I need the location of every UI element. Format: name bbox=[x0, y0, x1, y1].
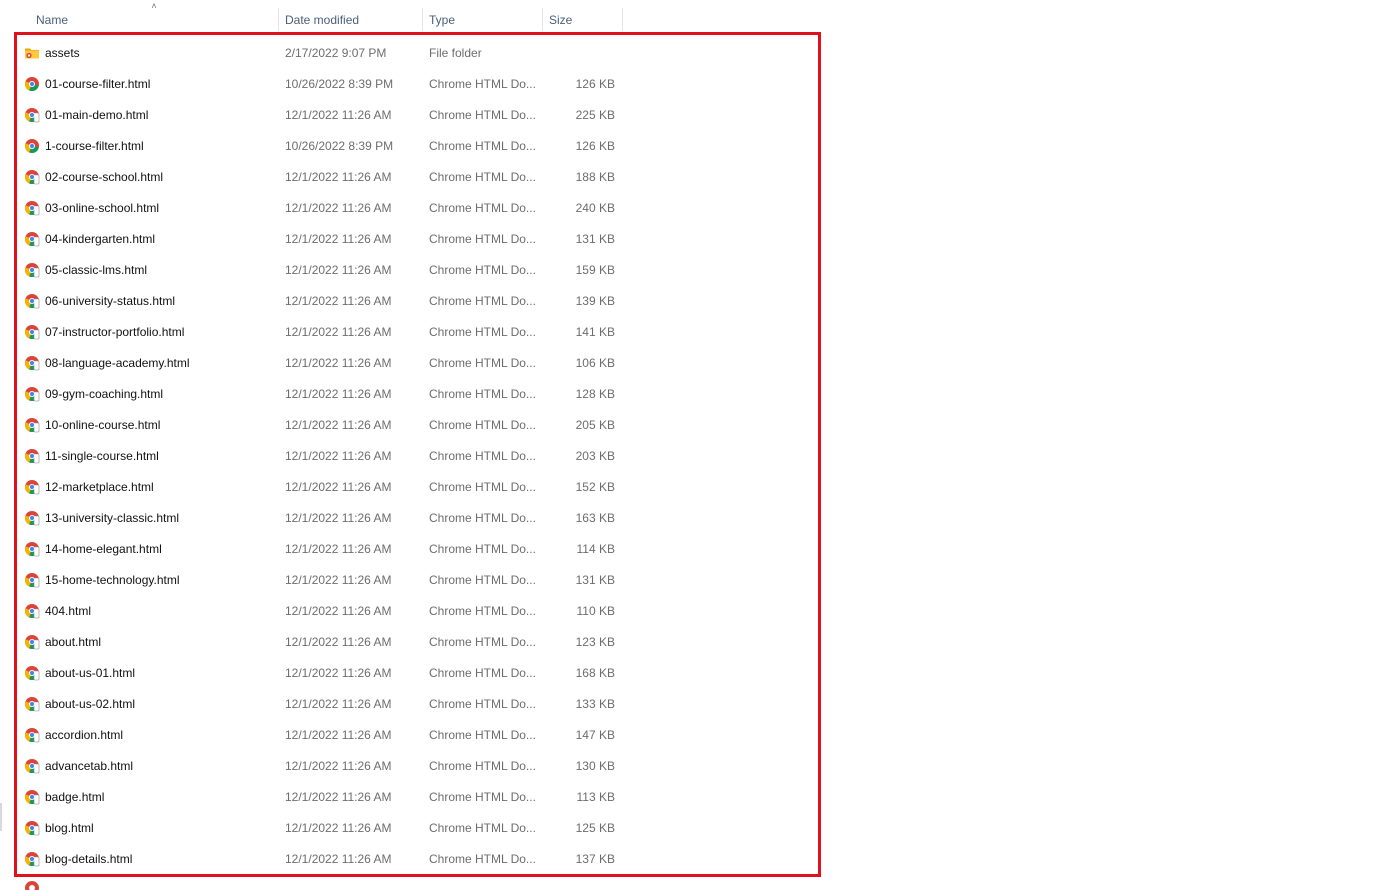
scroll-edge bbox=[0, 803, 2, 831]
column-header-size[interactable]: Size bbox=[543, 0, 622, 31]
column-header-name[interactable]: Name bbox=[30, 0, 278, 31]
column-divider[interactable] bbox=[622, 8, 623, 31]
chrome-icon bbox=[24, 880, 40, 890]
column-header-type[interactable]: Type bbox=[423, 0, 542, 31]
column-header-bar: ˄ Name Date modified Type Size bbox=[0, 0, 623, 31]
highlight-box bbox=[14, 32, 821, 877]
column-header-date-modified[interactable]: Date modified bbox=[279, 0, 422, 31]
